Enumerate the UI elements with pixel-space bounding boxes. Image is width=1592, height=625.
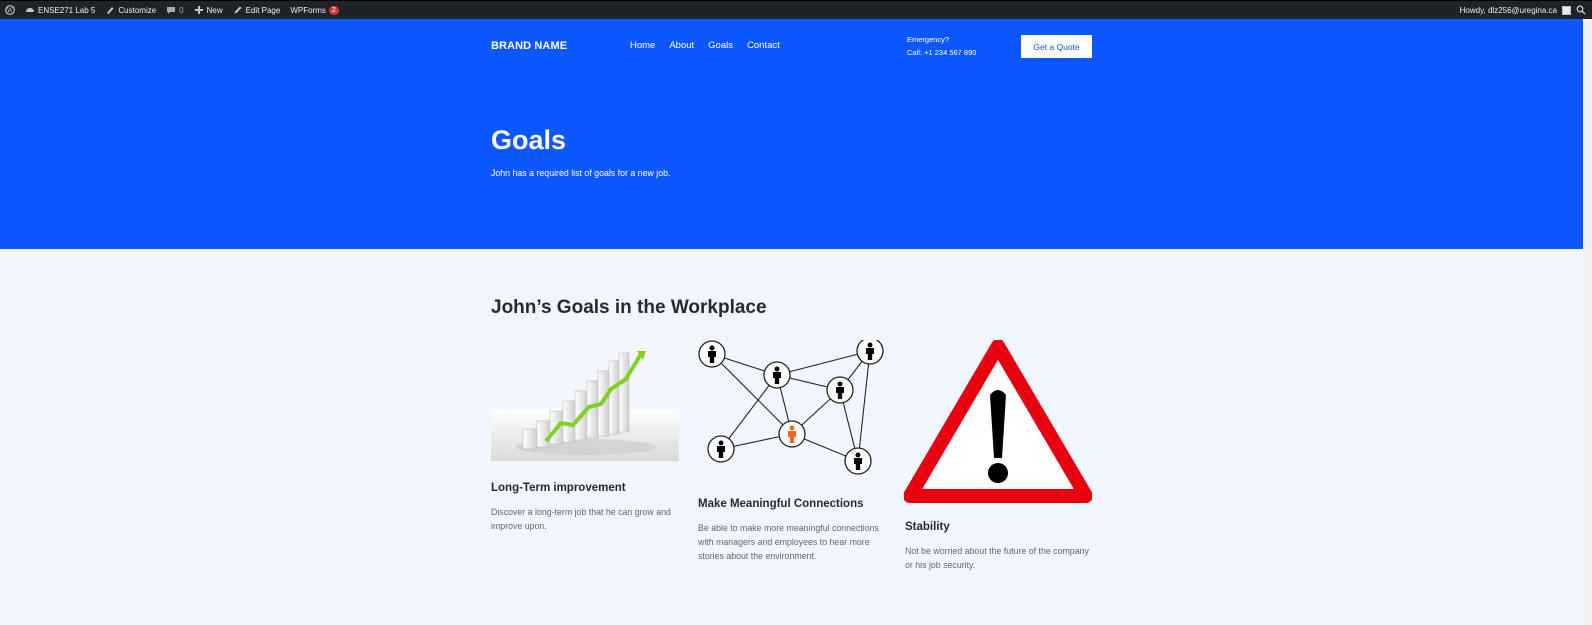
brand-logo[interactable]: BRAND NAME: [491, 40, 567, 52]
card-text-stability: Not be worried about the future of the c…: [905, 546, 1089, 570]
card-title-long-term: Long-Term improvement: [491, 482, 626, 494]
network-icon: [698, 340, 884, 475]
site-name-menu[interactable]: ENSE271 Lab 5: [20, 1, 100, 19]
page-title: Goals: [491, 125, 567, 155]
person-node: [707, 435, 735, 463]
comments-count: 0: [179, 5, 184, 15]
wpforms-notification-badge: 2: [328, 5, 339, 15]
page-subtitle: John has a required list of goals for a …: [491, 168, 671, 178]
plus-icon: [194, 6, 203, 14]
brush-icon: [107, 7, 114, 14]
nav-item-goals[interactable]: Goals: [708, 40, 733, 51]
comment-icon: [167, 7, 176, 14]
comments-link[interactable]: 0: [161, 1, 188, 19]
person-node: [856, 340, 884, 365]
customize-link[interactable]: Customize: [100, 1, 161, 19]
emergency-label: Emergency?: [907, 35, 950, 44]
person-node: [826, 376, 854, 404]
dashboard-icon: [26, 8, 34, 12]
wp-admin-bar: W ENSE271 Lab 5 Customize 0 New Edit Pag…: [0, 0, 1592, 19]
avatar[interactable]: [1562, 5, 1571, 15]
new-content-menu[interactable]: New: [189, 1, 228, 19]
nav-item-contact[interactable]: Contact: [747, 40, 780, 51]
edit-page-label: Edit Page: [245, 5, 281, 15]
emergency-phone[interactable]: Call: +1 234 567 890: [907, 46, 976, 59]
hero-section: BRAND NAME Home About Goals Contact Emer…: [0, 19, 1583, 249]
card-title-stability: Stability: [905, 521, 950, 533]
warning-icon: [904, 340, 1092, 503]
new-label: New: [206, 5, 223, 15]
person-node: [698, 340, 726, 368]
pencil-icon: [234, 6, 242, 14]
nav-item-home[interactable]: Home: [630, 40, 655, 51]
card-text-connections: Be able to make more meaningful connecti…: [698, 523, 879, 561]
wpforms-label: WPForms: [290, 5, 326, 15]
person-node-highlighted: [778, 420, 806, 448]
card-text-long-term: Discover a long-term job that he can gro…: [491, 507, 671, 531]
svg-text:W: W: [7, 7, 14, 14]
section-title: John’s Goals in the Workplace: [491, 297, 767, 318]
growth-chart-icon: [491, 351, 679, 461]
card-title-connections: Make Meaningful Connections: [698, 498, 864, 510]
wordpress-logo-icon[interactable]: W: [0, 1, 20, 19]
site-name-label: ENSE271 Lab 5: [38, 5, 96, 15]
main-nav: Home About Goals Contact: [630, 40, 780, 51]
person-node: [763, 361, 791, 389]
get-quote-button[interactable]: Get a Quote: [1021, 35, 1092, 58]
wpforms-menu[interactable]: WPForms 2: [285, 1, 343, 19]
page-scrollbar[interactable]: [1583, 19, 1592, 625]
person-node: [844, 447, 872, 475]
edit-page-link[interactable]: Edit Page: [228, 1, 286, 19]
emergency-contact: Emergency? Call: +1 234 567 890: [907, 33, 976, 59]
nav-item-about[interactable]: About: [669, 40, 694, 51]
account-greeting[interactable]: Howdy, dlz256@uregina.ca: [1460, 6, 1557, 15]
search-icon[interactable]: [1576, 5, 1586, 15]
customize-label: Customize: [118, 5, 157, 15]
